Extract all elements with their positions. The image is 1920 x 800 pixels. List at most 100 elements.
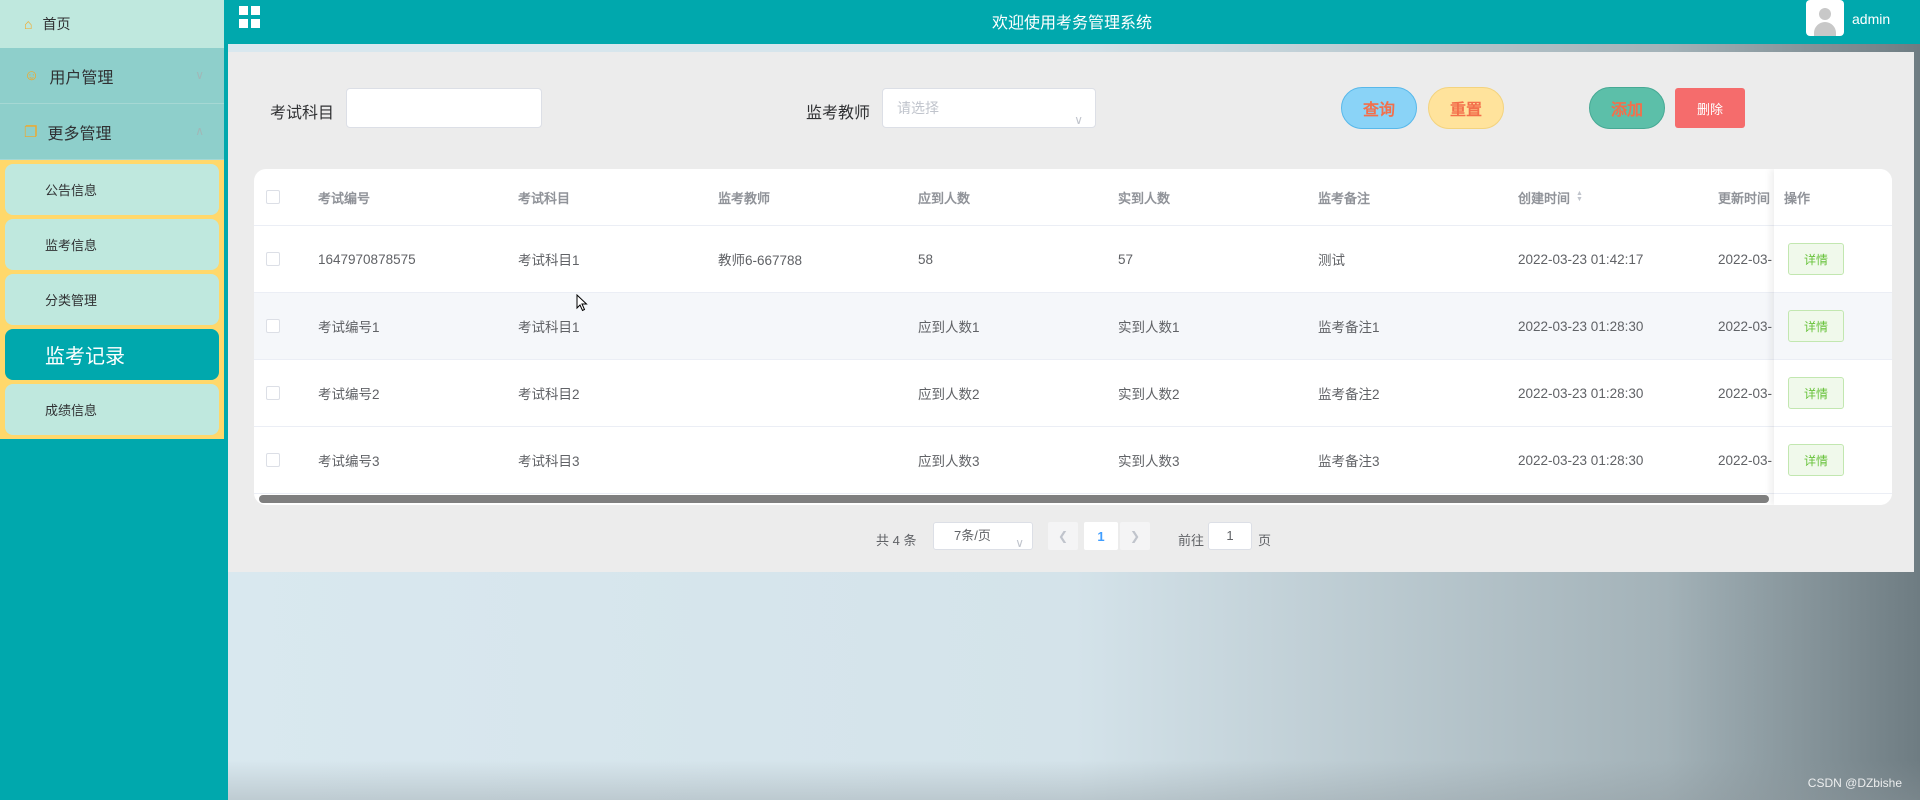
cell-updated: 2022-03- xyxy=(1718,318,1773,334)
username[interactable]: admin xyxy=(1852,11,1890,27)
cell-remark: 监考备注1 xyxy=(1318,320,1380,335)
home-icon: ⌂ xyxy=(24,16,33,32)
delete-button[interactable]: 删除 xyxy=(1675,88,1745,128)
search-form: 考试科目 监考教师 请选择 ∨ 查询 重置 添加 删除 xyxy=(228,87,1914,129)
table-row: 考试编号2 考试科目2 应到人数2 实到人数2 监考备注2 2022-03-23… xyxy=(254,360,1892,427)
cell-remark: 监考备注2 xyxy=(1318,387,1380,402)
page-unit-label: 页 xyxy=(1258,533,1272,548)
sidebar-item-label: 监考信息 xyxy=(45,238,98,253)
pagination-total: 共 4 条 xyxy=(876,533,917,548)
detail-button[interactable]: 详情 xyxy=(1788,243,1844,275)
row-checkbox[interactable] xyxy=(266,386,280,400)
sidebar-item-invigilation-record[interactable]: 监考记录 xyxy=(5,329,219,380)
sidebar-item-label: 监考记录 xyxy=(45,346,125,368)
pagination: 共 4 条 7条/页 ∨ ❮ 1 ❯ 前往 1 页 xyxy=(228,522,1914,552)
page-size-select[interactable]: 7条/页 ∨ xyxy=(933,522,1033,550)
teacher-select[interactable]: 请选择 ∨ xyxy=(882,88,1096,128)
column-header-actual: 实到人数 xyxy=(1118,190,1171,206)
query-button[interactable]: 查询 xyxy=(1341,87,1417,129)
sidebar-item-label: 用户管理 xyxy=(49,69,114,87)
content-panel: 考试科目 监考教师 请选择 ∨ 查询 重置 添加 删除 考试编号 考试科目 监考… xyxy=(228,52,1914,572)
row-checkbox[interactable] xyxy=(266,453,280,467)
sidebar-item-more-management[interactable]: ❐ 更多管理 ∧ xyxy=(0,104,224,160)
sidebar-item-label: 分类管理 xyxy=(45,293,98,308)
column-header-subject: 考试科目 xyxy=(518,190,571,206)
page-number-current[interactable]: 1 xyxy=(1084,522,1118,550)
next-page-button[interactable]: ❯ xyxy=(1120,522,1150,550)
reset-button[interactable]: 重置 xyxy=(1428,87,1504,129)
sidebar-item-notice[interactable]: 公告信息 xyxy=(5,164,219,215)
table-row: 考试编号3 考试科目3 应到人数3 实到人数3 监考备注3 2022-03-23… xyxy=(254,427,1892,494)
cell-remark: 测试 xyxy=(1318,253,1345,268)
cell-updated: 2022-03- xyxy=(1718,251,1773,267)
operation-cell: 详情 xyxy=(1774,360,1892,427)
top-bar: 欢迎使用考务管理系统 admin xyxy=(224,0,1920,44)
sidebar: ⌂ 首页 ☺ 用户管理 ∨ ❐ 更多管理 ∧ 公告信息 监考信息 分类管理 监考… xyxy=(0,0,224,800)
avatar[interactable] xyxy=(1806,0,1844,36)
cell-subject: 考试科目2 xyxy=(518,387,580,402)
user-icon: ☺ xyxy=(24,67,40,84)
chevron-up-icon: ∧ xyxy=(195,124,204,138)
cell-exam-id: 考试编号3 xyxy=(318,454,380,469)
cell-created: 2022-03-23 01:42:17 xyxy=(1518,251,1644,267)
cell-actual: 实到人数1 xyxy=(1118,320,1180,335)
sidebar-item-invigilation-info[interactable]: 监考信息 xyxy=(5,219,219,270)
operation-cell: 详情 xyxy=(1774,427,1892,494)
goto-label: 前往 xyxy=(1178,533,1205,548)
select-all-checkbox[interactable] xyxy=(266,190,280,204)
subject-input[interactable] xyxy=(346,88,542,128)
sidebar-item-scores[interactable]: 成绩信息 xyxy=(5,384,219,435)
cell-subject: 考试科目1 xyxy=(518,253,580,268)
cell-actual: 实到人数2 xyxy=(1118,387,1180,402)
operation-cell: 详情 xyxy=(1774,226,1892,293)
column-header-exam-id: 考试编号 xyxy=(318,190,371,206)
teacher-select-placeholder: 请选择 xyxy=(897,100,939,116)
background-fade xyxy=(228,760,1920,800)
column-header-remark: 监考备注 xyxy=(1318,190,1371,206)
horizontal-scrollbar[interactable] xyxy=(259,495,1769,503)
cell-exam-id: 考试编号2 xyxy=(318,387,380,402)
cell-actual: 实到人数3 xyxy=(1118,454,1180,469)
page-jump-input[interactable]: 1 xyxy=(1208,522,1252,550)
cell-subject: 考试科目3 xyxy=(518,454,580,469)
sidebar-item-category[interactable]: 分类管理 xyxy=(5,274,219,325)
operation-column: 操作 详情 详情 详情 详情 xyxy=(1774,169,1892,505)
cell-remark: 监考备注3 xyxy=(1318,454,1380,469)
add-button[interactable]: 添加 xyxy=(1589,87,1665,129)
column-header-expected: 应到人数 xyxy=(918,190,971,206)
row-checkbox[interactable] xyxy=(266,252,280,266)
column-header-created-label: 创建时间 xyxy=(1518,190,1571,206)
sidebar-item-label: 成绩信息 xyxy=(45,403,98,418)
row-checkbox[interactable] xyxy=(266,319,280,333)
cell-updated: 2022-03- xyxy=(1718,452,1773,468)
column-header-teacher: 监考教师 xyxy=(718,190,771,206)
subject-label: 考试科目 xyxy=(270,105,335,122)
column-header-created[interactable]: 创建时间 ▲ ▼ xyxy=(1518,169,1583,225)
sort-icon[interactable]: ▲ ▼ xyxy=(1576,190,1583,203)
copy-icon: ❐ xyxy=(24,123,38,141)
cell-expected: 58 xyxy=(918,251,934,267)
cell-expected: 应到人数3 xyxy=(918,454,980,469)
cell-teacher: 教师6-667788 xyxy=(718,253,803,268)
watermark: CSDN @DZbishe xyxy=(1807,776,1902,790)
mouse-cursor-icon xyxy=(576,294,588,312)
page-size-value: 7条/页 xyxy=(954,528,991,543)
sidebar-item-user-management[interactable]: ☺ 用户管理 ∨ xyxy=(0,48,224,104)
cell-created: 2022-03-23 01:28:30 xyxy=(1518,452,1644,468)
chevron-right-icon: ❯ xyxy=(1129,529,1141,543)
detail-button[interactable]: 详情 xyxy=(1788,444,1844,476)
sidebar-item-home[interactable]: ⌂ 首页 xyxy=(0,0,224,48)
prev-page-button[interactable]: ❮ xyxy=(1048,522,1078,550)
cell-actual: 57 xyxy=(1118,251,1134,267)
cell-exam-id: 1647970878575 xyxy=(318,251,416,267)
teacher-label: 监考教师 xyxy=(806,105,871,122)
detail-button[interactable]: 详情 xyxy=(1788,377,1844,409)
app-title: 欢迎使用考务管理系统 xyxy=(991,15,1152,32)
chevron-down-icon: ∨ xyxy=(195,68,204,82)
detail-button[interactable]: 详情 xyxy=(1788,310,1844,342)
cell-updated: 2022-03- xyxy=(1718,385,1773,401)
sidebar-item-label: 首页 xyxy=(42,16,71,32)
cell-expected: 应到人数1 xyxy=(918,320,980,335)
chevron-left-icon: ❮ xyxy=(1057,529,1069,543)
cell-exam-id: 考试编号1 xyxy=(318,320,380,335)
